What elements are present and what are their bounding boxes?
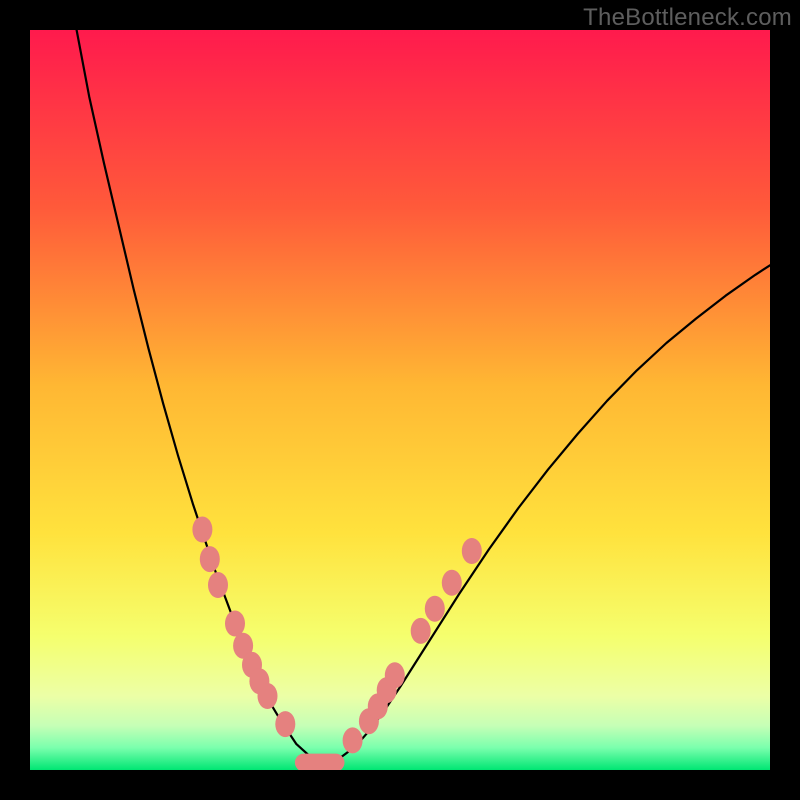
bottleneck-plot	[30, 30, 770, 770]
marker-left-8	[275, 711, 295, 737]
marker-left-1	[200, 546, 220, 572]
watermark-text: TheBottleneck.com	[583, 4, 792, 32]
gradient-background	[30, 30, 770, 770]
marker-right-7	[442, 570, 462, 596]
marker-right-4	[385, 662, 405, 688]
marker-bottom-bar	[295, 754, 345, 770]
marker-left-3	[225, 611, 245, 637]
marker-left-0	[192, 517, 212, 543]
marker-right-5	[411, 618, 431, 644]
marker-right-8	[462, 538, 482, 564]
chart-frame: TheBottleneck.com	[0, 0, 800, 800]
marker-right-0	[343, 727, 363, 753]
marker-left-2	[208, 572, 228, 598]
marker-right-6	[425, 596, 445, 622]
marker-left-7	[258, 683, 278, 709]
